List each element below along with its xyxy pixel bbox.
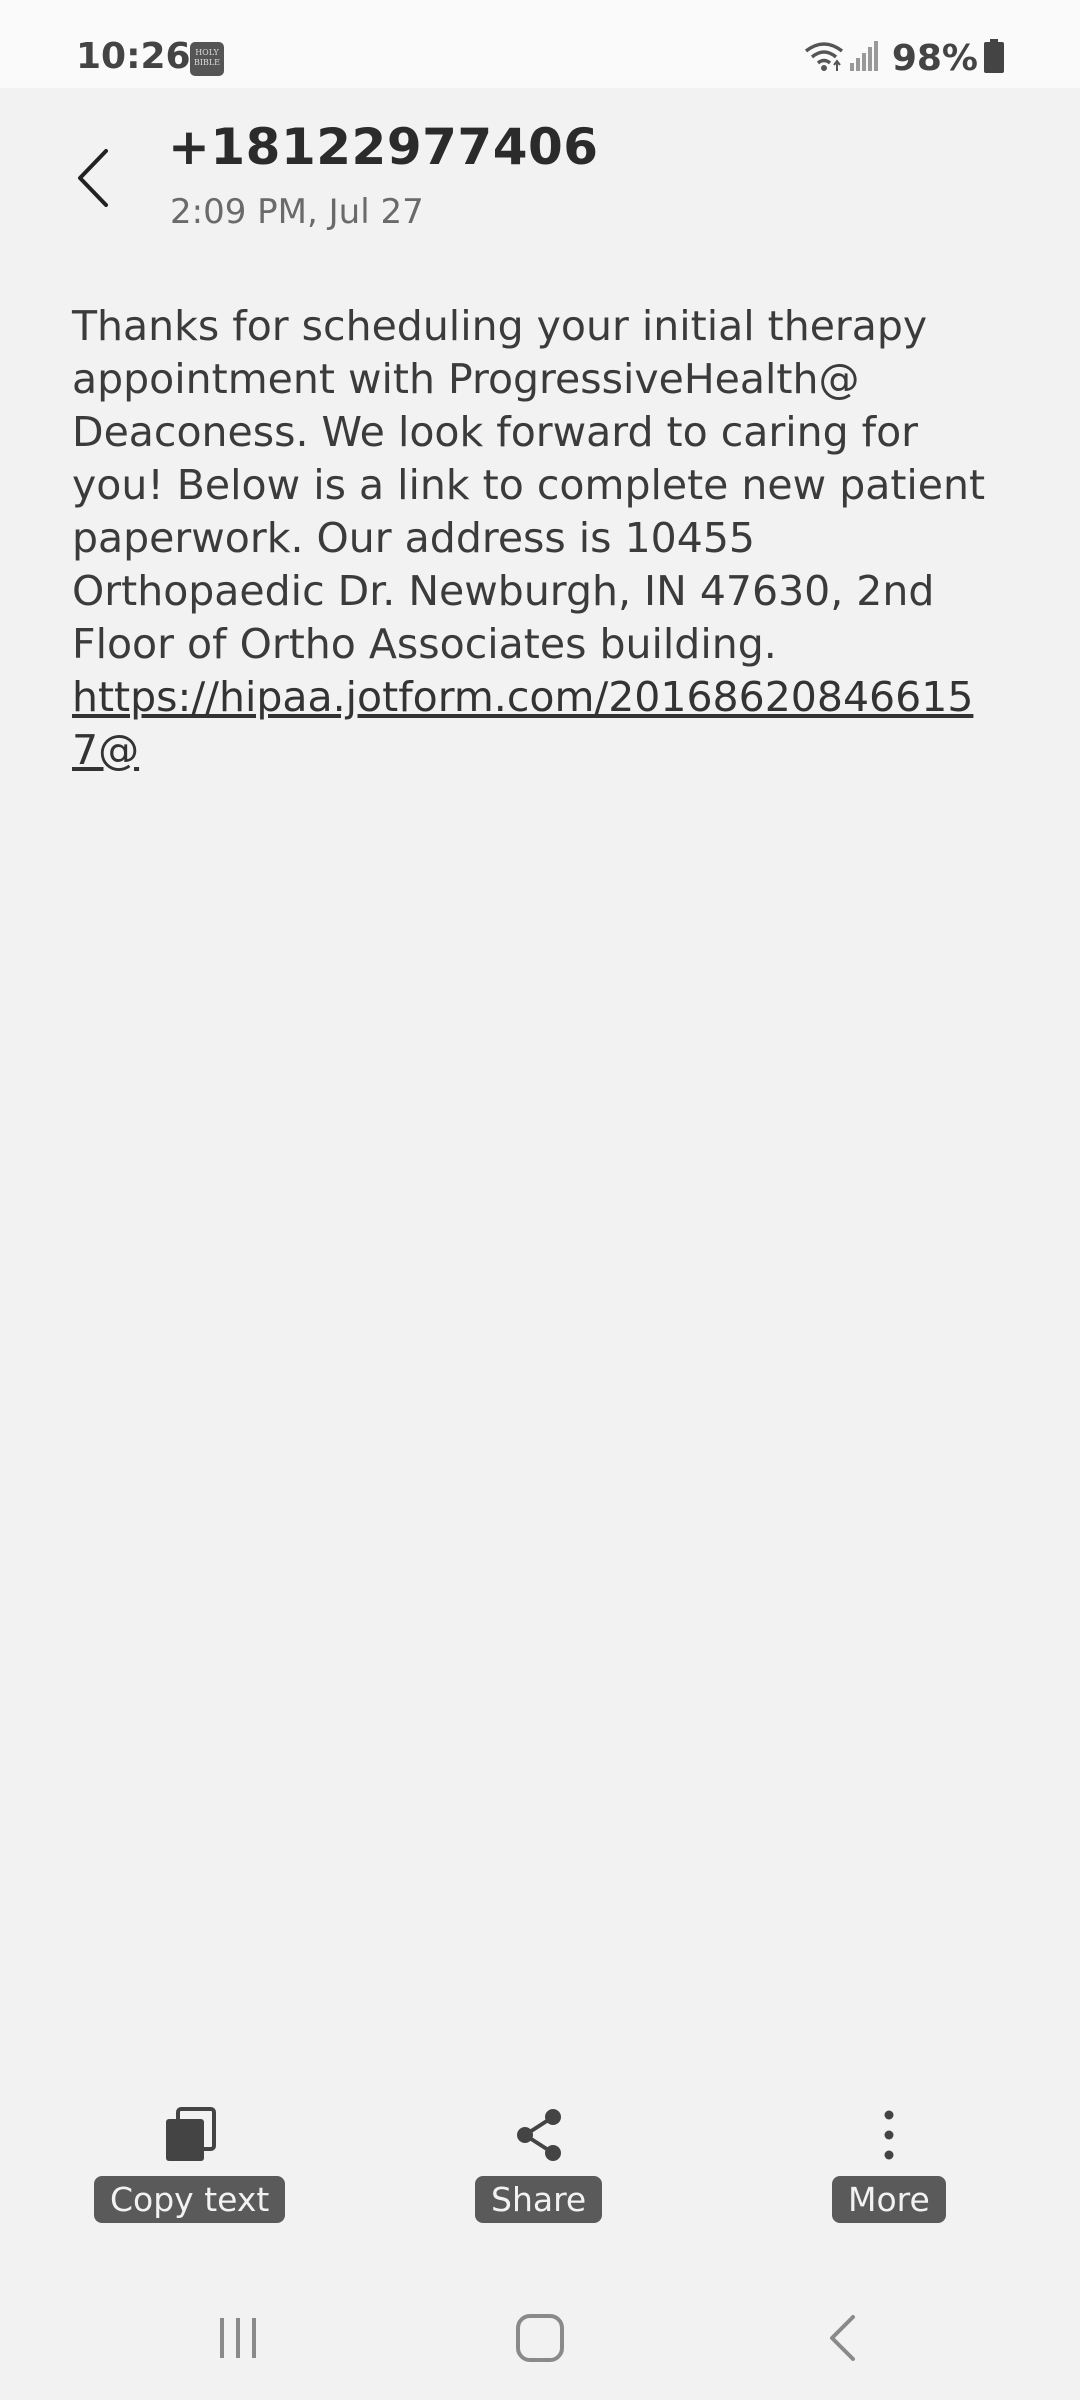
signal-icon bbox=[849, 41, 878, 75]
recents-icon bbox=[216, 2316, 260, 2364]
more-button[interactable]: More bbox=[832, 2100, 946, 2223]
bible-app-icon-text: HOLY BIBLE bbox=[193, 48, 221, 67]
wifi-icon bbox=[804, 39, 844, 77]
message-timestamp: 2:09 PM, Jul 27 bbox=[170, 192, 424, 232]
bible-app-icon: HOLY BIBLE bbox=[190, 42, 224, 76]
back-icon bbox=[827, 2314, 857, 2366]
home-button[interactable] bbox=[500, 2310, 580, 2370]
nav-back-button[interactable] bbox=[802, 2310, 882, 2370]
copy-text-label: Copy text bbox=[94, 2176, 286, 2223]
copy-icon bbox=[164, 2100, 216, 2170]
battery-icon bbox=[984, 39, 1004, 77]
message-text: Thanks for scheduling your initial thera… bbox=[72, 302, 986, 668]
home-icon bbox=[515, 2313, 565, 2367]
action-bar: Copy text Share More bbox=[0, 2100, 1080, 2230]
more-vertical-icon bbox=[879, 2100, 899, 2170]
share-icon bbox=[513, 2100, 565, 2170]
navigation-bar bbox=[0, 2270, 1080, 2400]
message-body: Thanks for scheduling your initial thera… bbox=[72, 300, 992, 777]
status-time: 10:26 bbox=[76, 36, 191, 77]
message-header: +18122977406 2:09 PM, Jul 27 bbox=[0, 88, 1080, 248]
status-indicators: 98% bbox=[804, 36, 1004, 80]
share-button[interactable]: Share bbox=[475, 2100, 603, 2223]
back-button[interactable] bbox=[62, 140, 122, 220]
share-label: Share bbox=[475, 2176, 603, 2223]
battery-percent: 98% bbox=[891, 37, 978, 79]
contact-number: +18122977406 bbox=[168, 118, 599, 176]
message-link[interactable]: https://hipaa.jotform.com/20168620846615… bbox=[72, 673, 973, 774]
chevron-left-icon bbox=[74, 147, 110, 213]
more-label: More bbox=[832, 2176, 946, 2223]
copy-text-button[interactable]: Copy text bbox=[94, 2100, 286, 2223]
status-bar: 10:26 HOLY BIBLE 98% bbox=[0, 0, 1080, 88]
recents-button[interactable] bbox=[198, 2310, 278, 2370]
